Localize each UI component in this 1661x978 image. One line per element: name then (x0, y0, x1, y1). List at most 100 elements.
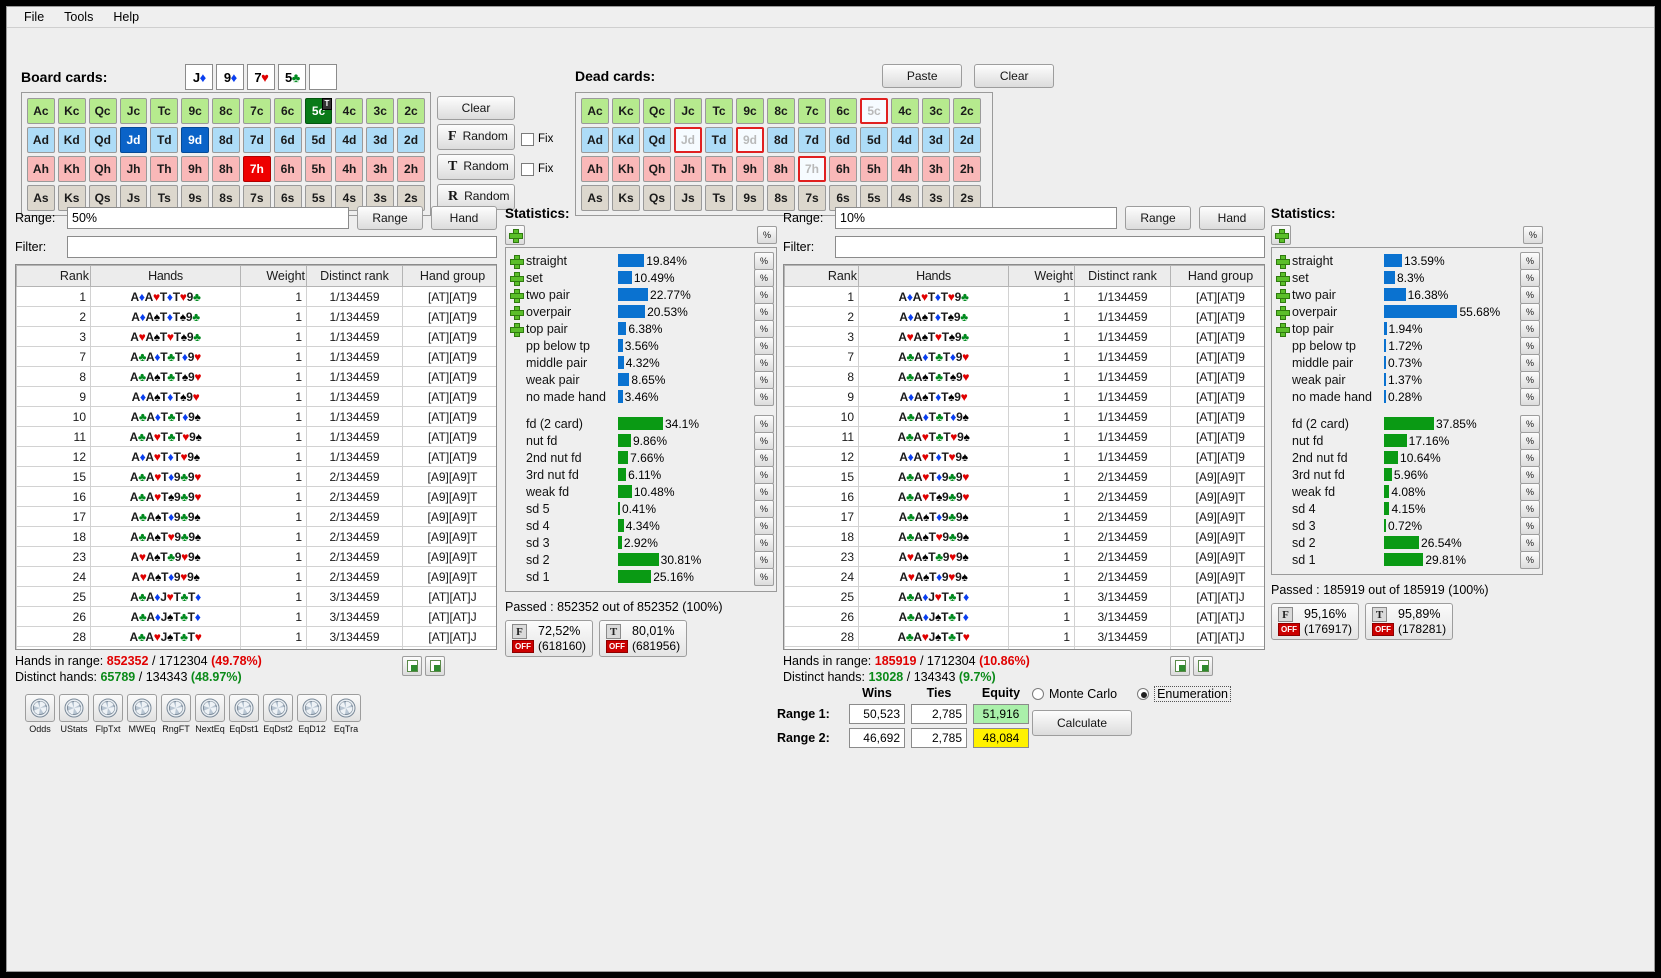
card-cell-Kh[interactable]: Kh (612, 156, 640, 182)
stat-expand-slot[interactable] (1276, 271, 1292, 286)
card-cell-6h[interactable]: 6h (829, 156, 857, 182)
equity-chip-t[interactable]: T OFF 95,89% (178281) (1365, 603, 1454, 640)
card-cell-5d[interactable]: 5d (860, 127, 888, 153)
column-header-hands[interactable]: Hands (90, 265, 241, 287)
card-cell-2h[interactable]: 2h (953, 156, 981, 182)
table-row[interactable]: 8 A♣A♠T♣T♠9♥ 1 1/134459 [AT][AT]9 (784, 366, 1264, 387)
fix-turn-checkbox-wrap[interactable]: Fix (521, 162, 553, 176)
table-row[interactable]: 17 A♣A♠T♦9♣9♠ 1 2/134459 [A9][A9]T (16, 506, 496, 527)
stat-percent-button[interactable]: % (754, 353, 774, 372)
card-cell-2h[interactable]: 2h (397, 156, 425, 182)
menu-help[interactable]: Help (104, 7, 148, 27)
stat-row-sd-1[interactable]: sd 1 29.81%% (1276, 550, 1540, 569)
stat-percent-button[interactable]: % (1520, 431, 1540, 450)
card-cell-7h-disabled[interactable]: 7h (798, 156, 826, 182)
stat-row-middle-pair[interactable]: middle pair 4.32%% (510, 353, 774, 372)
stat-row-overpair[interactable]: overpair 55.68%% (1276, 302, 1540, 321)
card-cell-Th[interactable]: Th (150, 156, 179, 182)
stat-percent-button[interactable]: % (1520, 251, 1540, 270)
stat-percent-button[interactable]: % (1520, 533, 1540, 552)
card-cell-Td[interactable]: Td (150, 127, 179, 153)
column-header-hand-group[interactable]: Hand group (1170, 265, 1264, 287)
stat-percent-button[interactable]: % (754, 448, 774, 467)
table-row[interactable]: 25 A♣A♦J♥T♣T♦ 1 3/134459 [AT][AT]J (16, 586, 496, 607)
table-row[interactable]: 30A♣A♠J♥T♣T♠13/134459[AT][AT]J (16, 646, 496, 649)
stat-expand-slot[interactable] (1276, 288, 1292, 303)
stat-row-top-pair[interactable]: top pair 1.94%% (1276, 319, 1540, 338)
table-row[interactable]: 23 A♥A♠T♣9♥9♠ 1 2/134459 [A9][A9]T (16, 546, 496, 567)
card-cell-8d[interactable]: 8d (212, 127, 240, 153)
card-cell-8c[interactable]: 8c (212, 98, 240, 124)
table-row[interactable]: 7 A♣A♦T♣T♦9♥ 1 1/134459 [AT][AT]9 (784, 346, 1264, 367)
card-cell-Jh[interactable]: Jh (674, 156, 702, 182)
stat-percent-button[interactable]: % (1520, 285, 1540, 304)
card-cell-9d-disabled[interactable]: 9d (736, 127, 764, 153)
stat-percent-button[interactable]: % (754, 336, 774, 355)
column-header-distinct-rank[interactable]: Distinct rank (306, 265, 403, 287)
tool-eqtra[interactable]: EqTra (331, 694, 361, 734)
card-cell-Kh[interactable]: Kh (57, 156, 86, 182)
table-row[interactable]: 28 A♣A♥J♠T♣T♥ 1 3/134459 [AT][AT]J (784, 626, 1264, 647)
column-header-rank[interactable]: Rank (16, 265, 91, 287)
range2-range-button[interactable]: Range (1125, 206, 1191, 230)
stat-percent-button[interactable]: % (1520, 516, 1540, 535)
card-cell-Qc[interactable]: Qc (643, 98, 671, 124)
statistics1-expand-all-button[interactable] (505, 225, 525, 245)
range1-range-button[interactable]: Range (357, 206, 423, 230)
random-flop-button[interactable]: F Random (437, 124, 515, 150)
stat-percent-button[interactable]: % (754, 550, 774, 569)
column-header-rank[interactable]: Rank (784, 265, 859, 287)
table-row[interactable]: 16 A♣A♥T♠9♣9♥ 1 2/134459 [A9][A9]T (784, 486, 1264, 507)
card-cell-Td[interactable]: Td (705, 127, 733, 153)
card-cell-Qh[interactable]: Qh (88, 156, 117, 182)
board-card-grid[interactable]: Ac Kc Qc Jc Tc 9c 8c 7c 6c 5c T 4c 3c 2c Ad Kd Qd Jd Td 9d 8… (21, 92, 431, 216)
stat-expand-slot[interactable] (510, 305, 526, 320)
card-cell-9d[interactable]: 9d (181, 127, 210, 153)
tool-eqdst1[interactable]: EqDst1 (229, 694, 259, 734)
table-row[interactable]: 15 A♣A♥T♦9♣9♥ 1 2/134459 [A9][A9]T (16, 466, 496, 487)
statistics1-percent-toggle[interactable]: % (757, 226, 777, 244)
table-row[interactable]: 9 A♦A♠T♦T♠9♥ 1 1/134459 [AT][AT]9 (784, 386, 1264, 407)
stat-percent-button[interactable]: % (754, 285, 774, 304)
mode-monte-carlo[interactable]: Monte Carlo (1032, 687, 1117, 701)
column-header-weight[interactable]: Weight (240, 265, 307, 287)
tool-icon-box[interactable] (297, 694, 327, 722)
range2-hand-button[interactable]: Hand (1199, 206, 1265, 230)
card-cell-Kc[interactable]: Kc (57, 98, 86, 124)
stat-row-straight[interactable]: straight 19.84%% (510, 251, 774, 270)
table-row[interactable]: 28 A♣A♥J♠T♣T♥ 1 3/134459 [AT][AT]J (16, 626, 496, 647)
stat-percent-button[interactable]: % (754, 431, 774, 450)
card-cell-2d[interactable]: 2d (397, 127, 425, 153)
table-row[interactable]: 23 A♥A♠T♣9♥9♠ 1 2/134459 [A9][A9]T (784, 546, 1264, 567)
table-row[interactable]: 17 A♣A♠T♦9♣9♠ 1 2/134459 [A9][A9]T (784, 506, 1264, 527)
card-cell-9h[interactable]: 9h (736, 156, 764, 182)
calc-ties-input-2[interactable] (911, 728, 967, 748)
board-card-slot-filled[interactable]: 9 ♦ (216, 64, 245, 90)
stat-row-sd-4[interactable]: sd 4 4.34%% (510, 516, 774, 535)
card-cell-Ah[interactable]: Ah (581, 156, 609, 182)
table-row[interactable]: 24 A♥A♠T♦9♥9♠ 1 2/134459 [A9][A9]T (784, 566, 1264, 587)
table-row[interactable]: 2 A♦A♠T♦T♠9♣ 1 1/134459 [AT][AT]9 (784, 306, 1264, 327)
card-cell-Kd[interactable]: Kd (57, 127, 86, 153)
card-cell-Ah[interactable]: Ah (27, 156, 55, 182)
column-header-hands[interactable]: Hands (858, 265, 1009, 287)
board-card-slot-filled[interactable]: 5 ♣ (278, 64, 307, 90)
card-cell-9h[interactable]: 9h (181, 156, 210, 182)
card-cell-4d[interactable]: 4d (335, 127, 364, 153)
card-cell-5h[interactable]: 5h (860, 156, 888, 182)
stat-expand-slot[interactable] (1276, 254, 1292, 269)
card-cell-Qd[interactable]: Qd (643, 127, 671, 153)
card-cell-3d[interactable]: 3d (922, 127, 950, 153)
card-cell-8d[interactable]: 8d (767, 127, 795, 153)
card-cell-Th[interactable]: Th (705, 156, 733, 182)
tool-icon-box[interactable] (161, 694, 191, 722)
tool-icon-box[interactable] (331, 694, 361, 722)
card-cell-6d[interactable]: 6d (829, 127, 857, 153)
tool-icon-box[interactable] (59, 694, 89, 722)
card-cell-2c[interactable]: 2c (953, 98, 981, 124)
card-cell-Jd-disabled[interactable]: Jd (674, 127, 702, 153)
dead-clear-button[interactable]: Clear (974, 64, 1055, 88)
tool-nexteq[interactable]: NextEq (195, 694, 225, 734)
card-cell-7c[interactable]: 7c (798, 98, 826, 124)
stat-expand-slot[interactable] (510, 254, 526, 269)
